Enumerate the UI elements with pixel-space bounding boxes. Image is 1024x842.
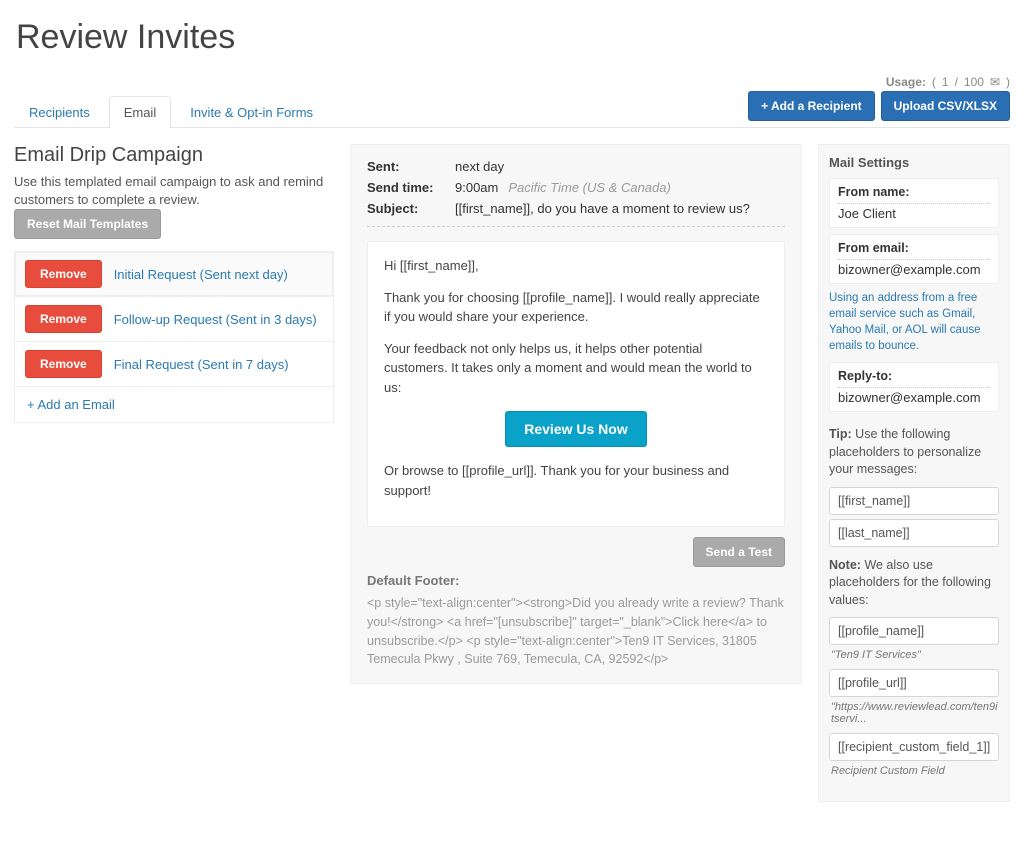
placeholder-last-name[interactable] [829, 519, 999, 547]
page-title: Review Invites [16, 18, 1010, 57]
email-item-followup[interactable]: Remove Follow-up Request (Sent in 3 days… [15, 297, 333, 342]
custom-field-note: Recipient Custom Field [831, 765, 999, 777]
email-item-label: Final Request (Sent in 7 days) [114, 357, 289, 372]
reply-to-value: bizowner@example.com [838, 390, 990, 405]
review-us-now-button[interactable]: Review Us Now [505, 411, 646, 447]
email-body-p2: Thank you for choosing [[profile_name]].… [384, 288, 768, 327]
tip-label: Tip: [829, 427, 852, 441]
drip-description: Use this templated email campaign to ask… [14, 174, 323, 207]
sent-label: Sent: [367, 159, 445, 174]
email-body-p4: Or browse to [[profile_url]]. Thank you … [384, 461, 768, 500]
usage-current: 1 [942, 75, 949, 89]
usage-sep: / [955, 75, 958, 89]
reply-to-label: Reply-to: [838, 369, 990, 388]
reply-to-field[interactable]: Reply-to: bizowner@example.com [829, 362, 999, 412]
from-name-value: Joe Client [838, 206, 990, 221]
upload-csv-button[interactable]: Upload CSV/XLSX [881, 91, 1010, 121]
email-body-p3: Your feedback not only helps us, it help… [384, 339, 768, 398]
remove-button[interactable]: Remove [25, 305, 102, 333]
usage-max: 100 [964, 75, 984, 89]
divider [367, 226, 785, 227]
reset-templates-button[interactable]: Reset Mail Templates [14, 209, 161, 239]
from-name-label: From name: [838, 185, 990, 204]
placeholder-profile-url[interactable] [829, 669, 999, 697]
email-list: Remove Initial Request (Sent next day) R… [14, 251, 334, 423]
usage-open-paren: ( [932, 75, 936, 89]
tip-text: Use the following placeholders to person… [829, 427, 981, 476]
sendtime-value[interactable]: 9:00am [455, 180, 498, 195]
email-item-label: Initial Request (Sent next day) [114, 267, 288, 282]
from-email-value: bizowner@example.com [838, 262, 990, 277]
usage-close-paren: ) [1006, 75, 1010, 89]
from-name-field[interactable]: From name: Joe Client [829, 178, 999, 228]
tab-email[interactable]: Email [109, 96, 172, 128]
tabs: Recipients Email Invite & Opt-in Forms [14, 95, 328, 127]
email-item-final[interactable]: Remove Final Request (Sent in 7 days) [15, 342, 333, 387]
tab-invite-optin[interactable]: Invite & Opt-in Forms [175, 96, 328, 128]
send-test-button[interactable]: Send a Test [693, 537, 785, 567]
mail-settings-heading: Mail Settings [829, 155, 999, 170]
usage-label: Usage: [886, 75, 926, 89]
note-label: Note: [829, 558, 861, 572]
placeholder-profile-name[interactable] [829, 617, 999, 645]
sent-value[interactable]: next day [455, 159, 504, 174]
email-body[interactable]: Hi [[first_name]], Thank you for choosin… [367, 241, 785, 527]
default-footer-title: Default Footer: [367, 573, 785, 588]
from-email-field[interactable]: From email: bizowner@example.com [829, 234, 999, 284]
email-item-initial[interactable]: Remove Initial Request (Sent next day) [15, 252, 333, 297]
placeholder-custom-field[interactable] [829, 733, 999, 761]
placeholder-first-name[interactable] [829, 487, 999, 515]
add-recipient-button[interactable]: + Add a Recipient [748, 91, 875, 121]
remove-button[interactable]: Remove [25, 260, 102, 288]
subject-value[interactable]: [[first_name]], do you have a moment to … [455, 201, 750, 216]
profile-name-note: "Ten9 IT Services" [831, 649, 999, 661]
envelope-icon: ✉ [990, 75, 1000, 89]
usage-bar: Usage: ( 1 / 100 ✉ ) [14, 75, 1010, 89]
sendtime-tz: Pacific Time (US & Canada) [508, 180, 670, 195]
email-item-label: Follow-up Request (Sent in 3 days) [114, 312, 317, 327]
drip-heading: Email Drip Campaign [14, 144, 334, 167]
add-email-link[interactable]: + Add an Email [15, 387, 333, 422]
tab-recipients[interactable]: Recipients [14, 96, 105, 128]
email-body-p1: Hi [[first_name]], [384, 256, 768, 276]
sendtime-label: Send time: [367, 180, 445, 195]
email-bounce-hint: Using an address from a free email servi… [829, 290, 999, 354]
subject-label: Subject: [367, 201, 445, 216]
remove-button[interactable]: Remove [25, 350, 102, 378]
default-footer-code: <p style="text-align:center"><strong>Did… [367, 594, 785, 669]
profile-url-note: "https://www.reviewlead.com/ten9itservi.… [831, 701, 999, 725]
from-email-label: From email: [838, 241, 990, 260]
